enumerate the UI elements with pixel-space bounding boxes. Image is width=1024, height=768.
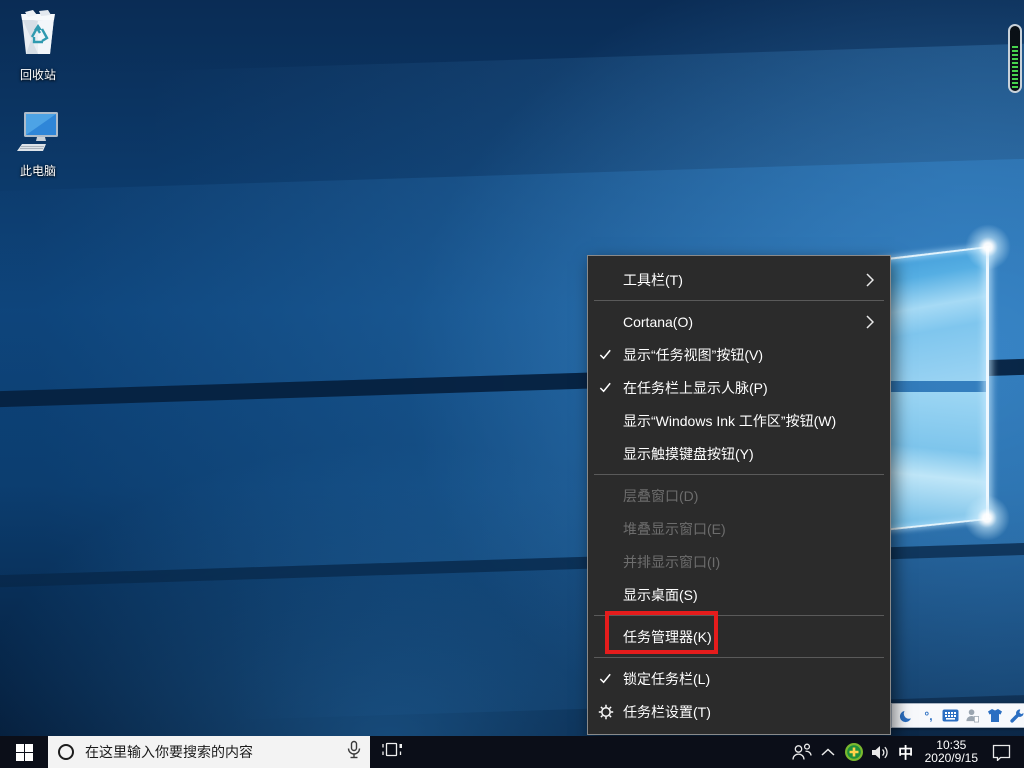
menu-separator (594, 300, 884, 301)
desktop-icon-label: 回收站 (20, 66, 56, 83)
task-view-icon (382, 741, 402, 763)
people-button[interactable] (789, 736, 815, 768)
this-pc-icon (15, 108, 61, 157)
ime-keyboard-icon[interactable] (942, 707, 959, 724)
desktop-icon-this-pc[interactable]: 此电脑 (0, 108, 76, 179)
desktop: 回收站 此电脑 (0, 0, 1024, 768)
volume-indicator (1008, 24, 1022, 93)
task-view-button[interactable] (370, 736, 414, 768)
desktop-icon-label: 此电脑 (20, 162, 56, 179)
menu-item-show-task-view-button[interactable]: 显示“任务视图”按钮(V) (588, 338, 890, 371)
menu-item-cascade-windows: 层叠窗口(D) (588, 479, 890, 512)
menu-item-cortana[interactable]: Cortana(O) (588, 305, 890, 338)
search-placeholder: 在这里输入你要搜索的内容 (85, 742, 346, 762)
taskbar-search-box[interactable]: 在这里输入你要搜索的内容 (48, 736, 370, 768)
volume-button[interactable] (867, 736, 893, 768)
checkmark-icon (588, 347, 623, 362)
antivirus-tray-icon[interactable] (841, 736, 867, 768)
menu-item-show-windows-ink-workspace[interactable]: 显示“Windows Ink 工作区”按钮(W) (588, 404, 890, 437)
menu-separator (594, 657, 884, 658)
ime-tools-icon[interactable] (1008, 707, 1024, 724)
menu-item-show-desktop[interactable]: 显示桌面(S) (588, 578, 890, 611)
windows-logo-icon (16, 744, 33, 761)
menu-separator (594, 474, 884, 475)
menu-item-show-people-on-taskbar[interactable]: 在任务栏上显示人脉(P) (588, 371, 890, 404)
cortana-icon (58, 744, 74, 760)
taskbar-clock[interactable]: 10:35 2020/9/15 (919, 739, 984, 765)
system-tray: 中 10:35 2020/9/15 (789, 736, 1024, 768)
taskbar-empty-area (414, 736, 789, 768)
checkmark-icon (588, 380, 623, 395)
recycle-bin-icon (17, 10, 59, 61)
show-hidden-icons-button[interactable] (815, 736, 841, 768)
desktop-icon-recycle-bin[interactable]: 回收站 (0, 10, 76, 83)
action-center-button[interactable] (984, 736, 1018, 768)
menu-item-taskbar-settings[interactable]: 任务栏设置(T) (588, 695, 890, 728)
ime-chinese-mode-icon[interactable] (898, 707, 915, 724)
menu-item-toolbars[interactable]: 工具栏(T) (588, 263, 890, 296)
start-button[interactable] (0, 736, 48, 768)
gear-icon (588, 704, 623, 720)
menu-item-show-windows-side-by-side: 并排显示窗口(I) (588, 545, 890, 578)
submenu-arrow-icon (866, 273, 890, 287)
volume-level-bar (1012, 46, 1018, 88)
menu-item-show-touch-keyboard[interactable]: 显示触摸键盘按钮(Y) (588, 437, 890, 470)
ime-skin-icon[interactable] (986, 707, 1003, 724)
menu-item-show-windows-stacked: 堆叠显示窗口(E) (588, 512, 890, 545)
taskbar-context-menu: 工具栏(T) Cortana(O) 显示“任务视图”按钮(V) 在任务栏上 (587, 255, 891, 735)
submenu-arrow-icon (866, 315, 890, 329)
checkmark-icon (588, 671, 623, 686)
ime-language-indicator[interactable]: 中 (893, 742, 919, 763)
ime-account-icon[interactable] (964, 707, 981, 724)
microphone-icon[interactable] (346, 740, 362, 765)
taskbar: 在这里输入你要搜索的内容 (0, 736, 1024, 768)
ime-punctuation-icon[interactable]: °, (920, 707, 937, 724)
ime-toolbar[interactable]: °, (891, 703, 1024, 728)
menu-item-lock-taskbar[interactable]: 锁定任务栏(L) (588, 662, 890, 695)
clock-date: 2020/9/15 (925, 752, 978, 765)
task-manager-highlight-box (605, 611, 718, 654)
